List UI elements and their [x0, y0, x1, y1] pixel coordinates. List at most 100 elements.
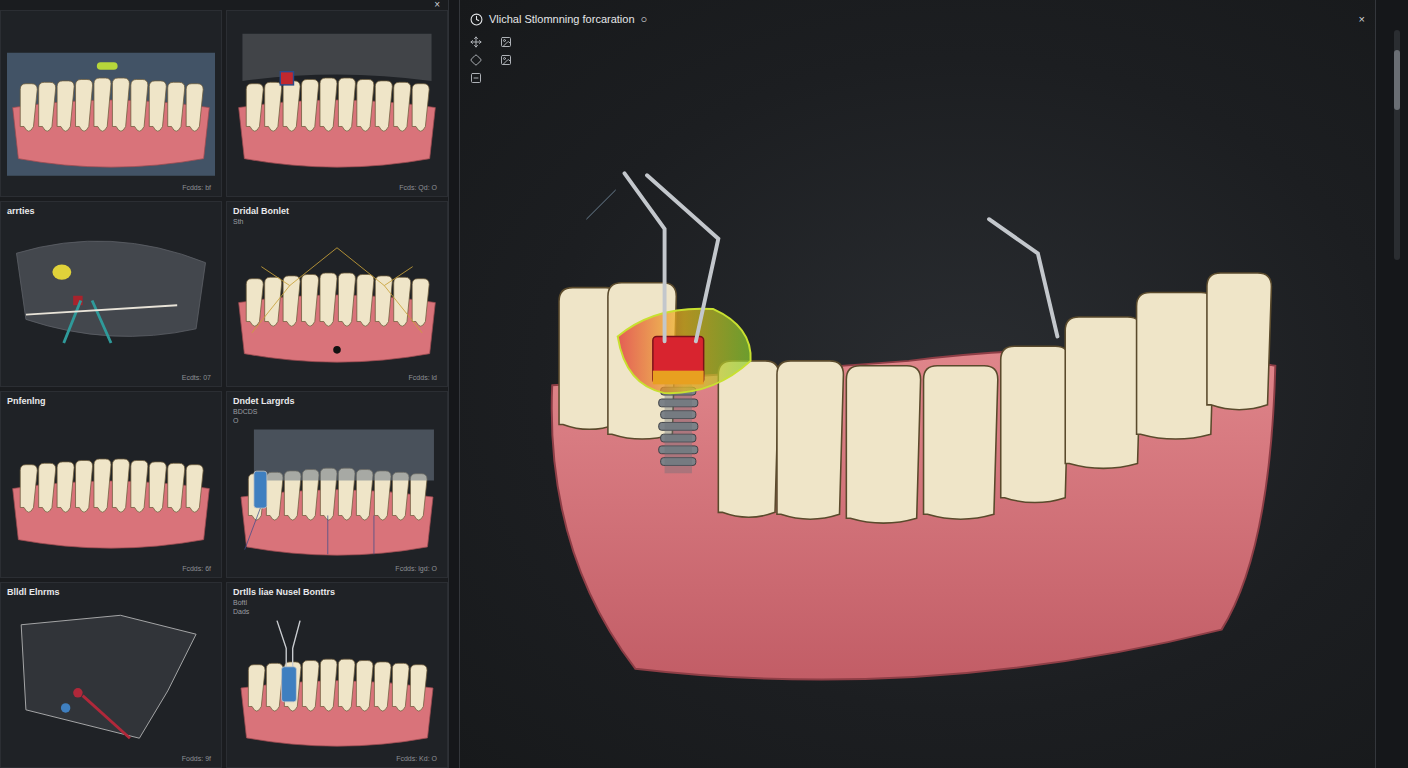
tooth — [76, 79, 93, 131]
tooth — [76, 460, 93, 512]
card-subtitle: Dads — [233, 608, 441, 616]
tooth — [246, 278, 263, 326]
card-footer: Ecdts: 07 — [182, 373, 215, 382]
marker-icon — [52, 264, 71, 279]
tooth — [394, 82, 411, 131]
tooth — [112, 78, 129, 131]
tooth — [57, 462, 74, 512]
card-title: Pnfenlng — [7, 396, 215, 407]
thumbnail-card[interactable]: arrties Ecdts: 07 — [0, 201, 222, 388]
tooth — [394, 277, 411, 326]
diamond-icon[interactable] — [470, 54, 482, 66]
scan-shell — [16, 241, 205, 336]
tooth — [1001, 346, 1069, 502]
card-footer: Fcdds: Kd: O — [396, 754, 441, 763]
view-icon — [470, 13, 483, 26]
tooth — [246, 84, 263, 132]
tooth — [131, 79, 148, 131]
implant[interactable] — [618, 309, 751, 474]
jaw-thumbnail[interactable] — [233, 226, 441, 374]
view-title: Vlichal Stlomnning forcaration — [489, 12, 635, 26]
tooth — [149, 462, 166, 512]
tooth — [20, 465, 37, 513]
tool-column — [460, 30, 518, 768]
collapse-tool[interactable] — [468, 70, 484, 86]
upper-shell — [242, 34, 431, 81]
card-header: Drtlls liae Nusel BonttrsBoftlDads — [233, 587, 441, 616]
tooth — [410, 664, 427, 710]
jaw-model-viewport[interactable] — [518, 30, 1375, 768]
tooth — [265, 82, 282, 131]
jaw-thumbnail[interactable] — [7, 218, 215, 374]
tooth — [283, 81, 300, 131]
image-icon[interactable] — [500, 54, 512, 66]
tooth — [283, 275, 300, 325]
implant-icon — [254, 471, 267, 508]
tooth — [320, 78, 337, 131]
tooth — [149, 81, 166, 131]
thumbnail-card[interactable]: Drtlls liae Nusel BonttrsBoftlDads Fcdds:… — [226, 582, 448, 768]
move-icon[interactable] — [470, 36, 482, 48]
thumbnail-panel: × Fcdds: bfFcds: Qd: O arrties Ecdts: 07 Dri… — [0, 0, 449, 768]
thumbnail-card[interactable]: Dridal BonletSthFcdds: ld — [226, 201, 448, 388]
tooth — [357, 274, 374, 326]
card-footer: Fcdds: lgd: O — [395, 564, 441, 573]
card-title: arrties — [7, 206, 215, 217]
tooth — [320, 659, 337, 711]
app-window: × Fcdds: bfFcds: Qd: O arrties Ecdts: 07 Dri… — [0, 0, 1408, 768]
jaw-thumbnail[interactable] — [233, 616, 441, 755]
tooth — [375, 81, 392, 131]
tooth — [112, 459, 129, 512]
jaw-thumbnail[interactable] — [233, 425, 441, 564]
thumbnail-card[interactable]: Dndet LargrdsBDCDSO Fcdds: lgd: O — [226, 391, 448, 578]
tooth — [338, 659, 355, 711]
tooth — [57, 81, 74, 131]
jaw-thumbnail[interactable] — [7, 408, 215, 564]
main-view: Vlichal Stlomnning forcaration ○ × — [459, 0, 1376, 768]
tooth — [266, 663, 283, 711]
close-button[interactable]: × — [434, 0, 440, 10]
thumbnail-card[interactable]: Fcds: Qd: O — [226, 10, 448, 197]
tooth — [265, 277, 282, 326]
tooth — [39, 463, 56, 512]
tooth — [186, 465, 203, 513]
tooth — [302, 274, 319, 326]
guide-block — [254, 430, 434, 481]
image-tool[interactable] — [498, 34, 514, 50]
tooth — [412, 84, 429, 132]
probe-icon[interactable] — [989, 219, 1057, 336]
scan-outline — [21, 615, 196, 738]
diamond-tool[interactable] — [468, 52, 484, 68]
tooth — [846, 366, 920, 523]
tooth — [186, 84, 203, 132]
image-icon[interactable] — [500, 36, 512, 48]
thumbnail-card[interactable]: Fcdds: bf — [0, 10, 222, 197]
scrollbar-thumb[interactable] — [1394, 50, 1400, 110]
thumbnail-grid: Fcdds: bfFcds: Qd: O arrties Ecdts: 07 Drid… — [0, 10, 448, 768]
card-header — [233, 15, 441, 27]
tooth — [924, 366, 998, 519]
tooth — [374, 661, 391, 710]
move-tool[interactable] — [468, 34, 484, 50]
jaw-thumbnail[interactable] — [233, 27, 441, 183]
tooth — [20, 84, 37, 132]
jaw-thumbnail[interactable] — [7, 27, 215, 183]
main-header: Vlichal Stlomnning forcaration ○ × — [460, 0, 1375, 30]
card-header: Dndet LargrdsBDCDSO — [233, 396, 441, 425]
card-subtitle: O — [233, 417, 441, 425]
tooth — [248, 664, 265, 710]
view-title-mark: ○ — [641, 12, 648, 26]
scrollbar-strip — [1386, 0, 1408, 768]
close-button[interactable]: × — [1359, 13, 1365, 25]
card-title: Drtlls liae Nusel Bonttrs — [233, 587, 441, 598]
image-tool[interactable] — [498, 52, 514, 68]
jaw-thumbnail[interactable] — [7, 599, 215, 755]
thumbnail-card[interactable]: PnfenlngFcdds: 6f — [0, 391, 222, 578]
probe-icon[interactable] — [625, 173, 719, 341]
scrollbar[interactable] — [1394, 30, 1400, 260]
collapse-icon[interactable] — [470, 72, 482, 84]
card-header: Pnfenlng — [7, 396, 215, 408]
thumbnail-card[interactable]: Blldl ElnrmsFodds: 9f — [0, 582, 222, 768]
card-header: Blldl Elnrms — [7, 587, 215, 599]
scan-shell — [7, 53, 215, 176]
